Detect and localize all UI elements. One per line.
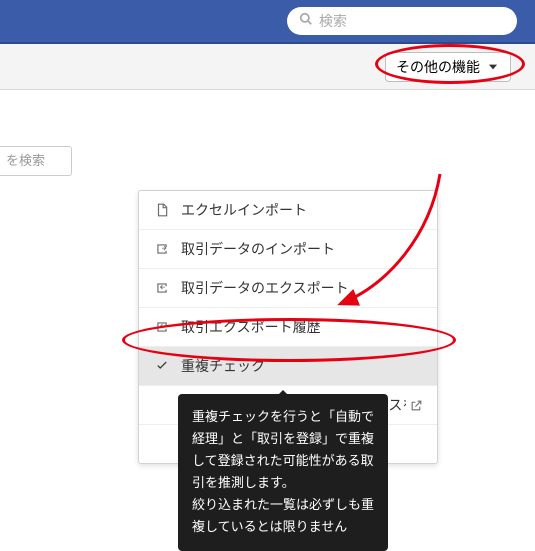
other-functions-label: その他の機能 [396, 57, 480, 77]
subbar: その他の機能 [0, 44, 535, 90]
other-functions-button[interactable]: その他の機能 [385, 52, 511, 82]
duplicate-check-tooltip: 重複チェックを行うと「自動で経理」と「取引を登録」で重複して登録された可能性があ… [178, 394, 388, 551]
menu-item-label: 重複チェック [181, 356, 265, 376]
menu-item-label: エクセルインポート [181, 200, 307, 220]
menu-item-excel-import[interactable]: エクセルインポート [139, 191, 437, 230]
menu-item-transaction-export[interactable]: 取引データのエクスポート [139, 269, 437, 308]
menu-item-label: 取引エクスポート履歴 [181, 317, 321, 337]
external-link-icon [410, 399, 423, 412]
menu-item-label: 取引データのインポート [181, 239, 335, 259]
export-history-icon [153, 320, 171, 334]
topbar [0, 0, 535, 44]
menu-item-duplicate-check[interactable]: 重複チェック [139, 347, 437, 386]
content-area: を検索 エクセルインポート 取引データのインポート 取引データのエクスポート 取… [0, 90, 535, 108]
import-icon [153, 242, 171, 256]
file-icon [153, 203, 171, 217]
chevron-down-icon [486, 60, 500, 74]
global-search-input[interactable] [319, 13, 505, 29]
global-search[interactable] [287, 7, 517, 35]
export-icon [153, 281, 171, 295]
menu-item-transaction-import[interactable]: 取引データのインポート [139, 230, 437, 269]
left-search-fragment[interactable]: を検索 [0, 146, 72, 176]
tooltip-text: 重複チェックを行うと「自動で経理」と「取引を登録」で重複して登録された可能性があ… [192, 409, 374, 534]
menu-item-label: 取引データのエクスポート [181, 278, 349, 298]
check-icon [153, 359, 171, 373]
search-icon [299, 12, 319, 31]
menu-item-export-history[interactable]: 取引エクスポート履歴 [139, 308, 437, 347]
